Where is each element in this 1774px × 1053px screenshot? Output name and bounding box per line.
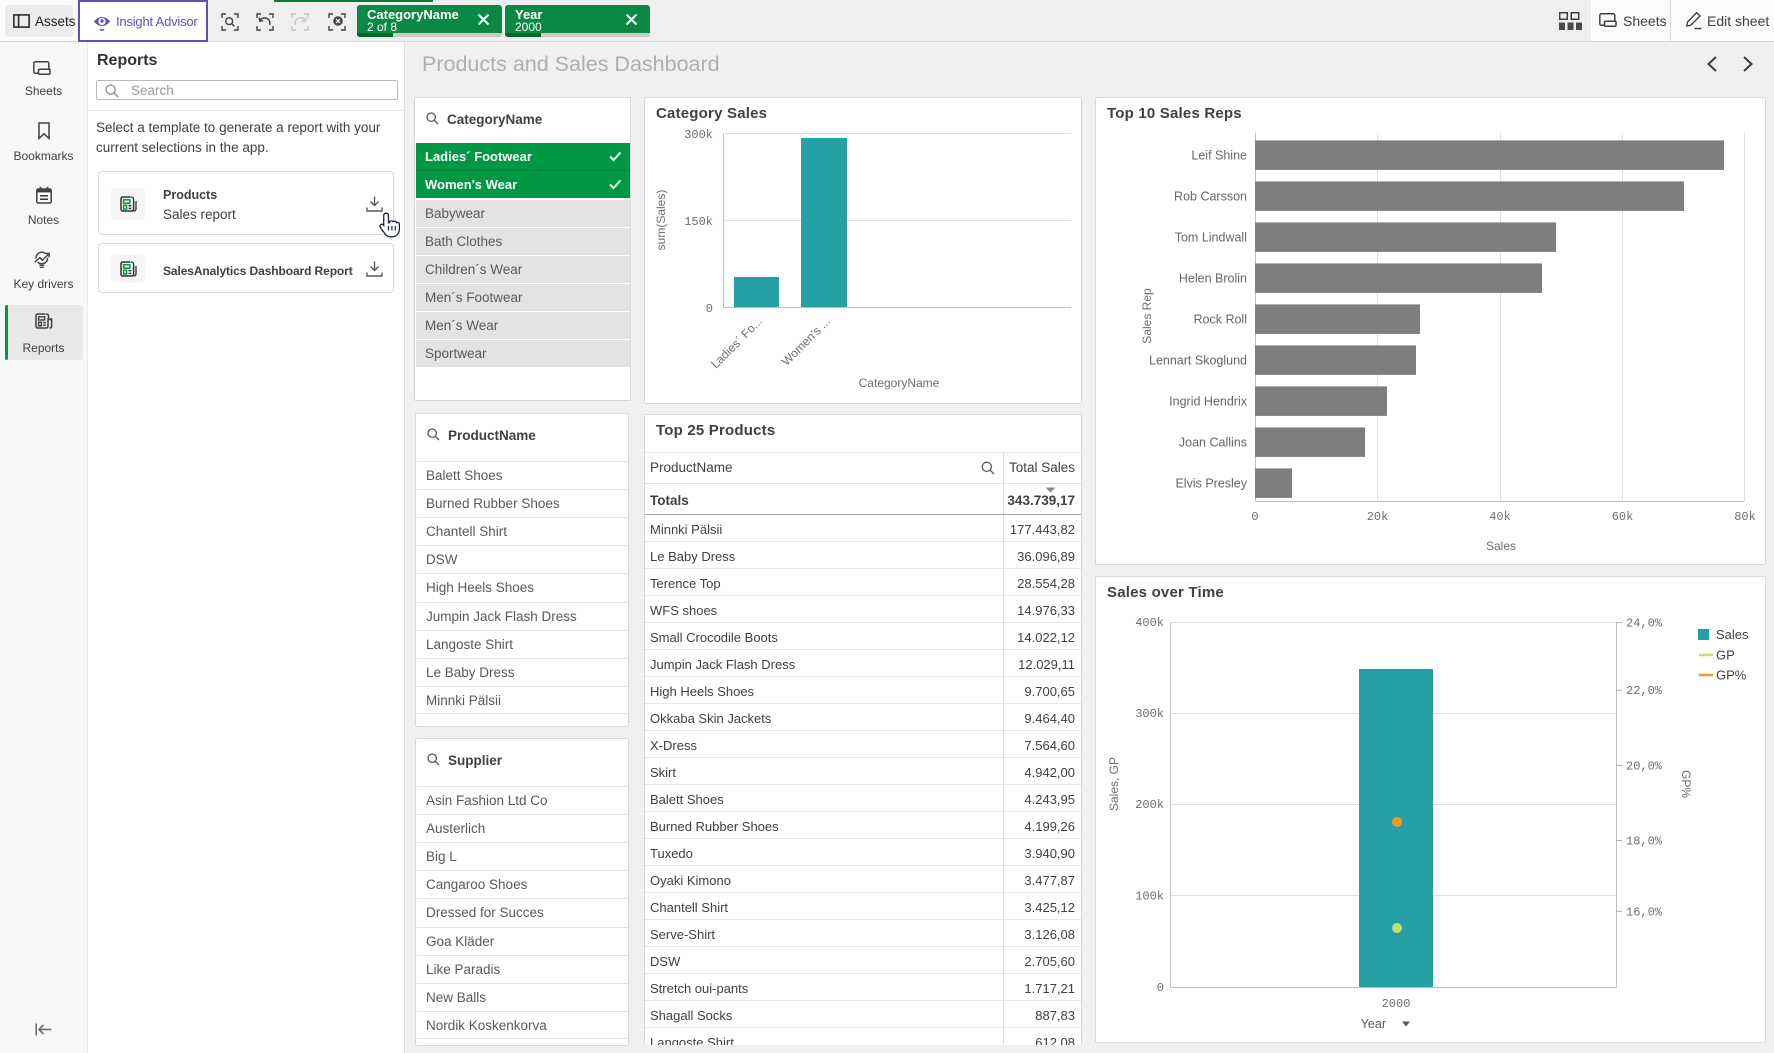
svg-text:0: 0: [1251, 510, 1258, 524]
svg-text:Sales: Sales: [1716, 627, 1749, 642]
svg-text:18,0%: 18,0%: [1626, 835, 1663, 849]
svg-text:40k: 40k: [1489, 510, 1511, 524]
svg-text:300k: 300k: [684, 128, 713, 142]
svg-text:2000: 2000: [1382, 997, 1411, 1011]
svg-text:Joan Callins: Joan Callins: [1179, 436, 1247, 450]
svg-text:GP: GP: [1716, 648, 1735, 663]
svg-text:60k: 60k: [1612, 510, 1634, 524]
svg-text:Leif Shine: Leif Shine: [1191, 149, 1247, 163]
svg-text:Ingrid Hendrix: Ingrid Hendrix: [1169, 395, 1248, 409]
svg-text:Year: Year: [1361, 1017, 1386, 1031]
svg-text:sum(Sales): sum(Sales): [654, 190, 668, 251]
svg-text:200k: 200k: [1135, 798, 1164, 812]
svg-text:400k: 400k: [1135, 616, 1164, 630]
svg-text:Lennart Skoglund: Lennart Skoglund: [1149, 354, 1247, 368]
svg-text:20,0%: 20,0%: [1626, 759, 1663, 773]
svg-text:Helen Brolin: Helen Brolin: [1179, 272, 1247, 286]
svg-text:Sales Rep: Sales Rep: [1140, 288, 1154, 344]
svg-text:100k: 100k: [1135, 890, 1164, 904]
svg-text:0: 0: [1157, 981, 1164, 995]
svg-text:24,0%: 24,0%: [1626, 617, 1663, 631]
svg-text:Ladies´ Fo...: Ladies´ Fo...: [708, 314, 765, 371]
svg-text:Rock Roll: Rock Roll: [1194, 313, 1248, 327]
svg-text:GP%: GP%: [1679, 770, 1693, 798]
svg-text:Rob Carsson: Rob Carsson: [1174, 190, 1247, 204]
svg-text:300k: 300k: [1135, 707, 1164, 721]
svg-text:CategoryName: CategoryName: [859, 376, 940, 390]
svg-text:Elvis Presley: Elvis Presley: [1175, 477, 1247, 491]
svg-text:22,0%: 22,0%: [1626, 684, 1663, 698]
svg-text:80k: 80k: [1734, 510, 1756, 524]
svg-text:0: 0: [706, 302, 713, 316]
svg-text:Sales, GP: Sales, GP: [1107, 757, 1121, 811]
svg-text:Sales: Sales: [1486, 539, 1516, 553]
svg-text:16,0%: 16,0%: [1626, 905, 1663, 919]
svg-text:Women's ...: Women's ...: [779, 314, 833, 368]
svg-text:GP%: GP%: [1716, 668, 1747, 683]
svg-text:150k: 150k: [684, 215, 713, 229]
svg-text:Tom Lindwall: Tom Lindwall: [1175, 231, 1247, 245]
svg-text:20k: 20k: [1367, 510, 1389, 524]
